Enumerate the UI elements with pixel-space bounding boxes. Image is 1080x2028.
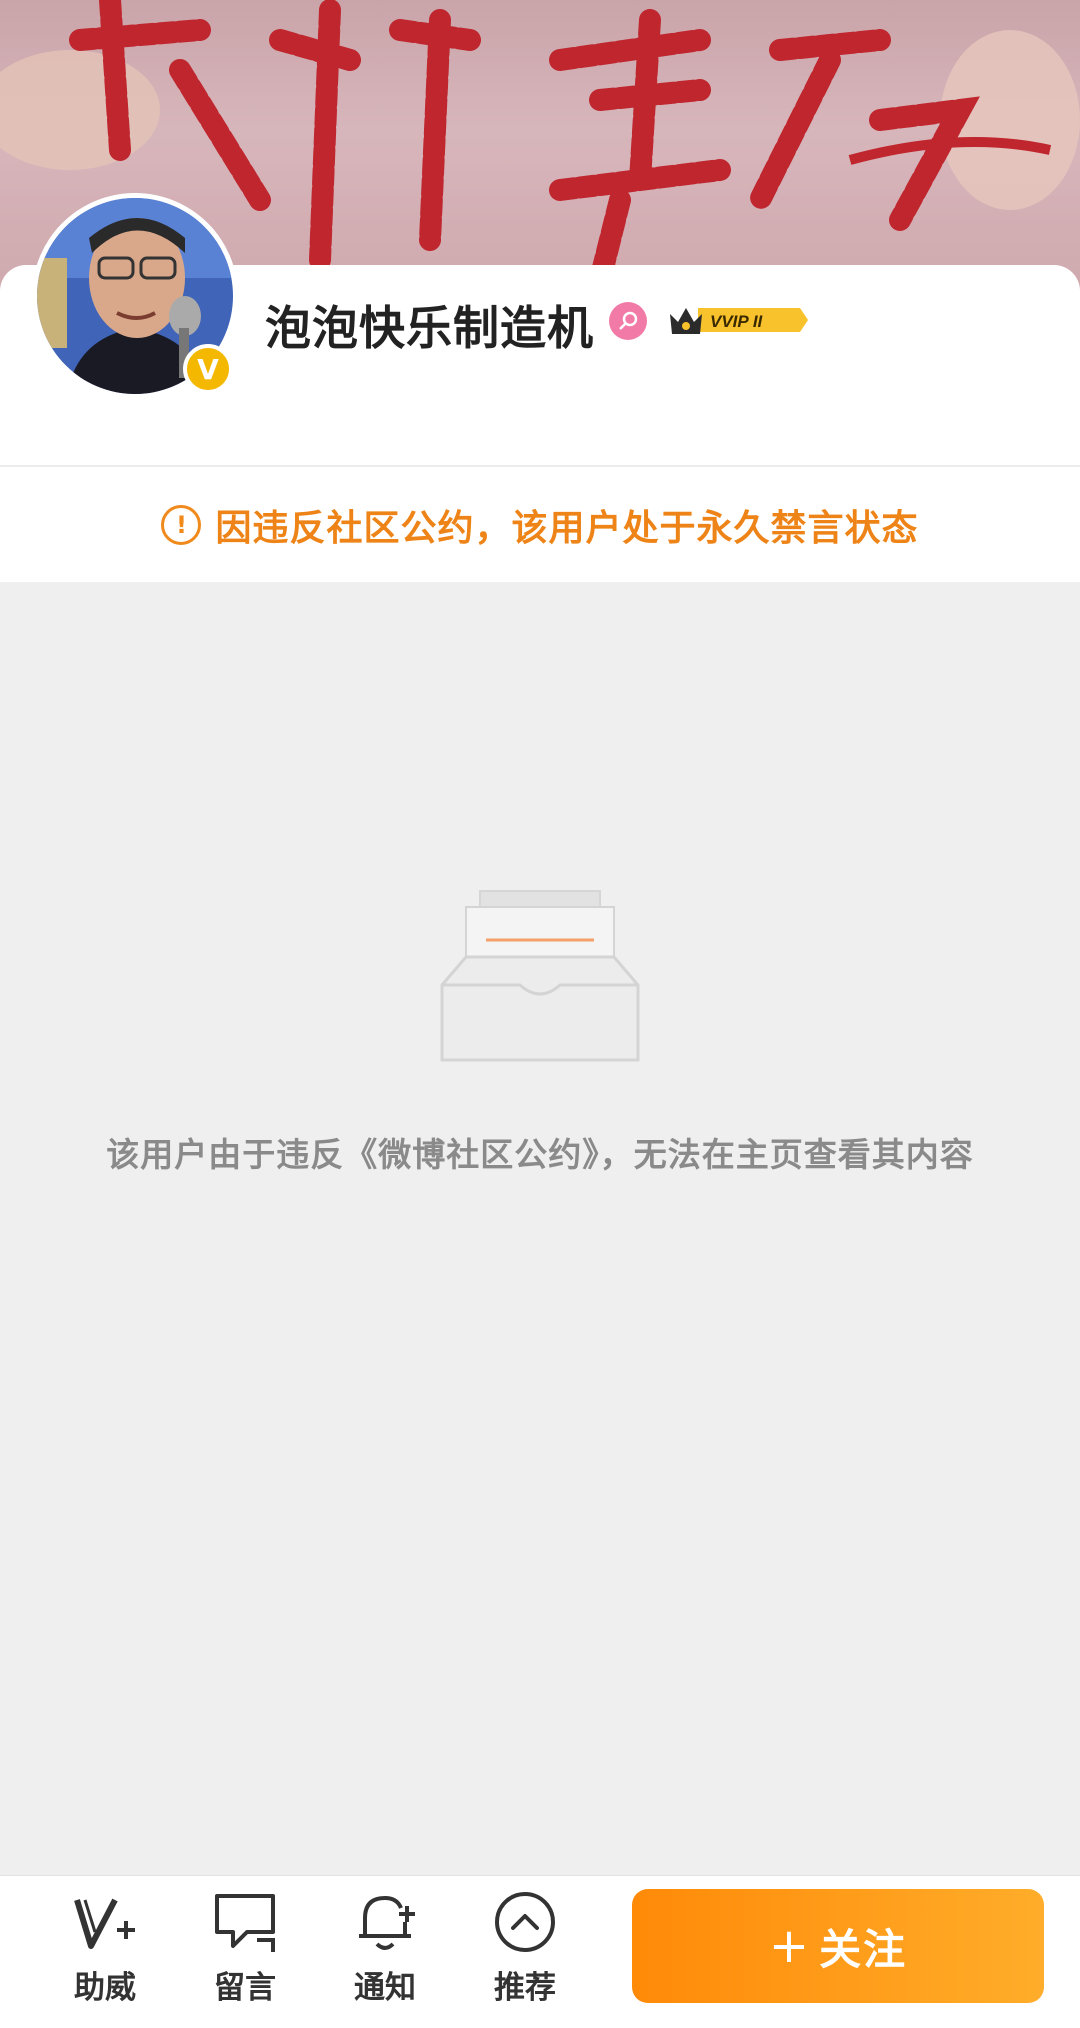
tab-cheer[interactable]: 助威 [50,1888,160,2018]
follow-button-label: 关注 [819,1924,908,1974]
tab-recommend-label: 推荐 [494,1970,556,2006]
chevron-up-circle-icon [495,1892,555,1952]
tab-notify[interactable]: 通知 [330,1888,440,2018]
vvip-badge-label: VVIP II [710,312,764,331]
cheer-v-plus-icon [74,1898,135,1949]
verified-badge-icon: V [183,344,233,394]
tab-cheer-label: 助威 [74,1970,136,2006]
bell-plus-icon [359,1895,415,1950]
message-bubble-icon [215,1894,275,1952]
vvip-badge-icon[interactable]: VVIP II [668,300,808,340]
female-gender-icon [609,302,647,340]
bottom-action-bar: 助威 留言 通知 推荐 + 关注 [0,1875,1080,2028]
tab-recommend[interactable]: 推荐 [470,1888,580,2018]
plus-icon: + [768,1918,812,1974]
follow-button[interactable]: + 关注 [632,1889,1044,2003]
empty-inbox-icon [440,885,640,1065]
exclamation-circle-icon: ! [161,504,202,545]
ban-notice-text: 因违反社区公约，该用户处于永久禁言状态 [215,507,919,549]
username: 泡泡快乐制造机 [265,301,594,355]
tab-message-label: 留言 [214,1970,276,2006]
tab-notify-label: 通知 [354,1970,416,2006]
ban-notice: ! 因违反社区公约，该用户处于永久禁言状态 [0,467,1080,582]
tab-message[interactable]: 留言 [190,1888,300,2018]
empty-state-message: 该用户由于违反《微博社区公约》，无法在主页查看其内容 [106,1135,974,1174]
